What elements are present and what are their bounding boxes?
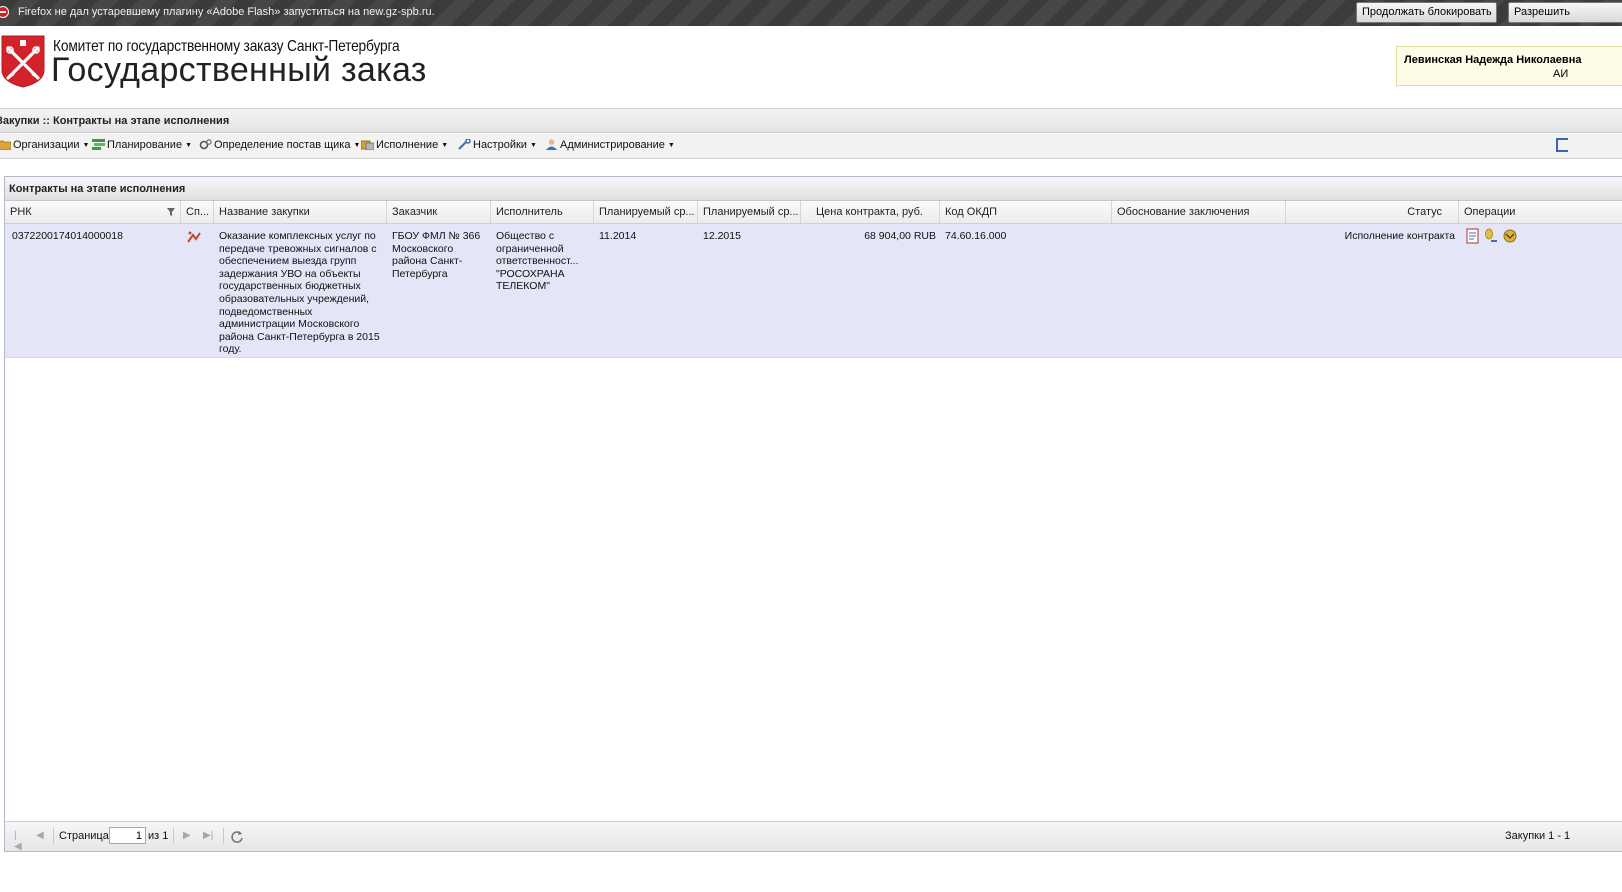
pagination-bar: |◀ ◀ Страница из 1 ▶ ▶| Закупки 1 - 1 (5, 821, 1622, 852)
col-header-price[interactable]: Цена контракта, руб. (801, 201, 940, 223)
cell-customer: ГБОУ ФМЛ № 366 Московского района Санкт-… (392, 230, 481, 280)
user-info-box: Левинская Надежда Николаевна АИ (1396, 46, 1622, 86)
cell-plan-start: 11.2014 (599, 230, 637, 242)
page-label: Страница (59, 830, 109, 842)
edit-icon[interactable] (1484, 228, 1498, 244)
breadcrumb-text: Закупки :: Контракты на этапе исполнения (0, 115, 230, 127)
brand-title: Государственный заказ (51, 51, 427, 89)
page-count-label: из 1 (148, 830, 169, 842)
menu-execution[interactable]: Исполнение ▼ (361, 139, 448, 155)
col-header-plan-end[interactable]: Планируемый ср... (698, 201, 801, 223)
refresh-icon[interactable] (230, 829, 244, 843)
wrench-icon (458, 139, 471, 150)
blocked-plugin-icon (0, 6, 9, 18)
dropdown-arrow-icon: ▼ (353, 142, 361, 149)
method-icon (187, 231, 201, 243)
dropdown-arrow-icon: ▼ (441, 142, 449, 149)
plugin-notification-bar: Firefox не дал устаревшему плагину «Adob… (0, 0, 1622, 26)
table-row[interactable]: 0372200174014000018 Оказание комплексных… (5, 224, 1622, 358)
emblem-icon[interactable] (1502, 228, 1518, 244)
col-header-supplier[interactable]: Исполнитель (491, 201, 594, 223)
dropdown-arrow-icon: ▼ (529, 142, 537, 149)
menu-organizations-label: Организации (13, 139, 80, 151)
cell-procurement-name: Оказание комплексных услуг по передаче т… (219, 230, 380, 356)
keep-blocking-button[interactable]: Продолжать блокировать (1356, 2, 1497, 23)
folder-icon (0, 140, 11, 150)
col-header-rnk[interactable]: РНК (5, 201, 181, 223)
filter-icon[interactable] (167, 208, 175, 216)
main-menu-bar: Организации ▼ Планирование ▼ Определение п… (0, 134, 1622, 159)
pager-summary: Закупки 1 - 1 (1505, 830, 1571, 842)
pager-separator (53, 828, 54, 844)
dropdown-arrow-icon: ▼ (185, 142, 193, 149)
menu-planning-label: Планирование (107, 139, 183, 151)
page-number-input[interactable] (109, 827, 146, 844)
dropdown-arrow-icon: ▼ (667, 142, 675, 149)
pager-separator (223, 828, 224, 844)
col-header-basis[interactable]: Обоснование заключения (1112, 201, 1286, 223)
cell-price: 68 904,00 RUB (864, 230, 936, 242)
execution-icon (361, 140, 374, 150)
panel-header: Контракты на этапе исполнения (5, 177, 1622, 201)
col-header-method[interactable]: Сп... (181, 201, 214, 223)
menu-planning[interactable]: Планирование ▼ (92, 139, 192, 155)
menu-settings-label: Настройки (473, 139, 527, 151)
menu-supplier-selection-label: Определение постав щика (214, 139, 351, 151)
user-role: АИ (1553, 68, 1569, 80)
last-page-icon[interactable]: ▶| (203, 830, 213, 841)
breadcrumb: Закупки :: Контракты на этапе исполнения (0, 108, 1622, 133)
first-page-icon[interactable]: |◀ (14, 830, 24, 852)
cell-rnk: 0372200174014000018 (12, 230, 123, 242)
prev-page-icon[interactable]: ◀ (36, 830, 46, 841)
gears-icon (199, 139, 212, 150)
cell-status: Исполнение контракта (1344, 230, 1455, 242)
export-icon[interactable] (1556, 138, 1568, 152)
menu-administration-label: Администрирование (560, 139, 665, 151)
pager-separator (173, 828, 174, 844)
menu-organizations[interactable]: Организации ▼ (0, 139, 89, 155)
cell-okdp: 74.60.16.000 (945, 230, 1007, 242)
plan-icon (92, 139, 105, 150)
menu-settings[interactable]: Настройки ▼ (458, 139, 537, 155)
cell-supplier: Общество с ограниченной ответственност..… (496, 230, 579, 293)
col-header-operations[interactable]: Операции (1459, 201, 1622, 223)
next-page-icon[interactable]: ▶ (183, 830, 193, 841)
col-header-name[interactable]: Название закупки (214, 201, 387, 223)
cell-plan-end: 12.2015 (703, 230, 741, 242)
dropdown-arrow-icon: ▼ (82, 142, 90, 149)
contracts-panel: Контракты на этапе исполнения РНК Сп... … (4, 176, 1622, 852)
allow-plugin-button[interactable]: Разрешить (1508, 2, 1622, 23)
menu-administration[interactable]: Администрирование ▼ (545, 139, 675, 155)
spb-coat-of-arms-icon (1, 35, 45, 88)
site-header: Комитет по государственному заказу Санкт… (0, 26, 1622, 108)
menu-supplier-selection[interactable]: Определение постав щика ▼ (199, 139, 360, 155)
grid-header: РНК Сп... Название закупки Заказчик Испо… (5, 201, 1622, 224)
col-header-okdp[interactable]: Код ОКДП (940, 201, 1112, 223)
panel-title: Контракты на этапе исполнения (9, 183, 186, 195)
user-name[interactable]: Левинская Надежда Николаевна (1404, 54, 1581, 66)
col-header-customer[interactable]: Заказчик (387, 201, 491, 223)
col-header-status[interactable]: Статус (1286, 201, 1459, 223)
col-header-rnk-label: РНК (10, 206, 32, 218)
document-icon[interactable] (1466, 228, 1480, 244)
col-header-plan-start[interactable]: Планируемый ср... (594, 201, 698, 223)
notification-message: Firefox не дал устаревшему плагину «Adob… (18, 6, 435, 18)
user-icon (546, 139, 557, 150)
menu-execution-label: Исполнение (376, 139, 439, 151)
